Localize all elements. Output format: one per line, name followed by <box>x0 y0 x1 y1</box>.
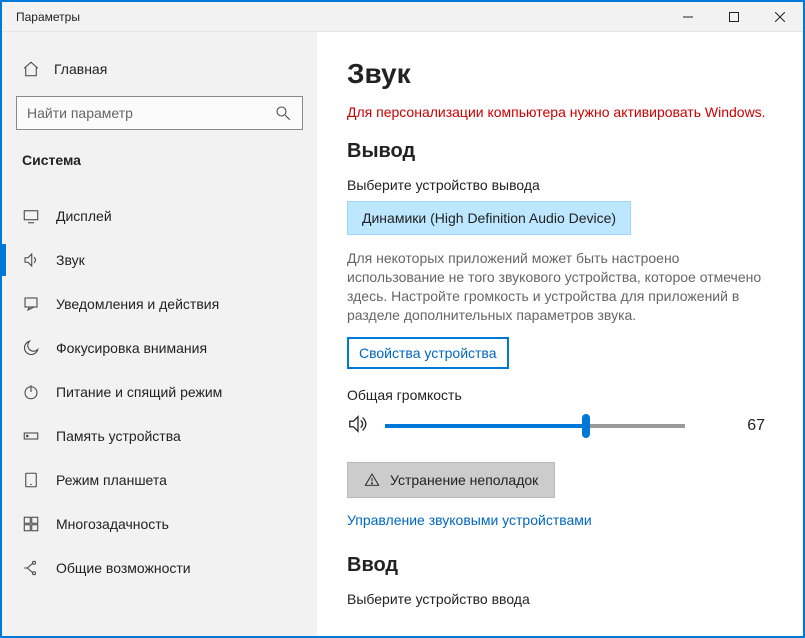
output-device-label: Выберите устройство вывода <box>347 177 785 193</box>
focus-icon <box>22 339 40 357</box>
activation-warning: Для персонализации компьютера нужно акти… <box>347 104 785 120</box>
sidebar-item-power[interactable]: Питание и спящий режим <box>2 370 317 414</box>
speaker-icon[interactable] <box>347 413 371 440</box>
power-icon <box>22 383 40 401</box>
slider-thumb[interactable] <box>582 414 590 438</box>
close-button[interactable] <box>757 2 803 32</box>
volume-label: Общая громкость <box>347 387 785 403</box>
sidebar-item-label: Фокусировка внимания <box>56 340 207 356</box>
output-device-dropdown[interactable]: Динамики (High Definition Audio Device) <box>347 201 631 235</box>
sidebar-item-tablet[interactable]: Режим планшета <box>2 458 317 502</box>
device-properties-link[interactable]: Свойства устройства <box>347 337 509 369</box>
troubleshoot-label: Устранение неполадок <box>390 472 538 488</box>
storage-icon <box>22 427 40 445</box>
sidebar-item-sound[interactable]: Звук <box>2 238 317 282</box>
sidebar-item-label: Многозадачность <box>56 516 169 532</box>
sidebar-item-notifications[interactable]: Уведомления и действия <box>2 282 317 326</box>
sidebar-item-label: Дисплей <box>56 208 112 224</box>
page-title: Звук <box>347 58 785 90</box>
search-box[interactable] <box>16 96 303 130</box>
sidebar: Главная Система Дисплей Звук Уведомления… <box>2 32 317 636</box>
sound-icon <box>22 251 40 269</box>
sidebar-item-label: Звук <box>56 252 85 268</box>
sidebar-item-label: Уведомления и действия <box>56 296 219 312</box>
titlebar: Параметры <box>2 2 803 32</box>
output-heading: Вывод <box>347 140 785 163</box>
minimize-button[interactable] <box>665 2 711 32</box>
search-input[interactable] <box>27 105 274 121</box>
manage-devices-link[interactable]: Управление звуковыми устройствами <box>347 512 592 528</box>
sidebar-item-label: Общие возможности <box>56 560 191 576</box>
window-title: Параметры <box>2 10 665 24</box>
output-description: Для некоторых приложений может быть наст… <box>347 249 777 325</box>
slider-fill <box>385 424 586 428</box>
tablet-icon <box>22 471 40 489</box>
home-label: Главная <box>54 61 107 77</box>
maximize-button[interactable] <box>711 2 757 32</box>
sidebar-item-storage[interactable]: Память устройства <box>2 414 317 458</box>
sidebar-list: Дисплей Звук Уведомления и действия Фоку… <box>2 194 317 590</box>
section-label: Система <box>2 152 317 176</box>
display-icon <box>22 207 40 225</box>
multitask-icon <box>22 515 40 533</box>
sidebar-item-label: Режим планшета <box>56 472 167 488</box>
volume-slider[interactable] <box>385 424 685 428</box>
shared-icon <box>22 559 40 577</box>
input-device-label: Выберите устройство ввода <box>347 591 785 607</box>
troubleshoot-button[interactable]: Устранение неполадок <box>347 462 555 498</box>
volume-value: 67 <box>747 417 785 435</box>
home-button[interactable]: Главная <box>2 50 317 96</box>
notifications-icon <box>22 295 40 313</box>
sidebar-item-display[interactable]: Дисплей <box>2 194 317 238</box>
sidebar-item-multitask[interactable]: Многозадачность <box>2 502 317 546</box>
input-heading: Ввод <box>347 554 785 577</box>
sidebar-item-label: Память устройства <box>56 428 181 444</box>
home-icon <box>22 60 40 78</box>
output-device-value: Динамики (High Definition Audio Device) <box>362 210 616 226</box>
volume-row: 67 <box>347 413 785 440</box>
sidebar-item-label: Питание и спящий режим <box>56 384 222 400</box>
main-container: Главная Система Дисплей Звук Уведомления… <box>2 32 803 636</box>
content-area: Звук Для персонализации компьютера нужно… <box>317 32 803 636</box>
search-icon <box>274 104 292 122</box>
sidebar-item-focus[interactable]: Фокусировка внимания <box>2 326 317 370</box>
sidebar-item-shared[interactable]: Общие возможности <box>2 546 317 590</box>
